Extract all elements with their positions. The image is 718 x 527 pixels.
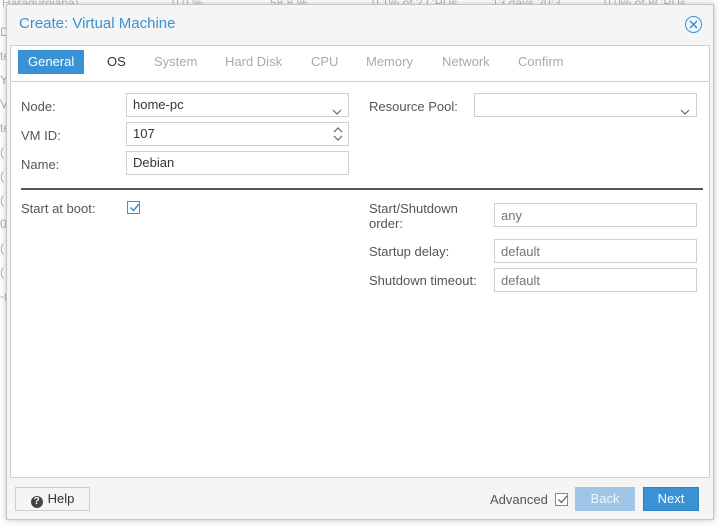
tab-general[interactable]: General (18, 50, 85, 74)
tab-system[interactable]: System (144, 50, 207, 74)
shutdown-timeout-input[interactable] (494, 268, 697, 292)
section-divider (21, 188, 703, 190)
resource-pool-select[interactable] (474, 93, 697, 117)
start-at-boot-checkbox[interactable] (127, 201, 140, 214)
tab-hard-disk[interactable]: Hard Disk (215, 50, 292, 74)
shutdown-timeout-label: Shutdown timeout: (369, 273, 477, 288)
dialog-titlebar[interactable]: Create: Virtual Machine (7, 5, 713, 41)
startup-order-input[interactable] (494, 203, 697, 227)
tab-confirm[interactable]: Confirm (508, 50, 574, 74)
close-icon[interactable] (685, 16, 702, 33)
startup-order-label: Start/Shutdown order: (369, 201, 458, 231)
node-select[interactable]: home-pc (126, 93, 349, 117)
vmid-spinner[interactable]: 107 (126, 122, 349, 146)
resource-pool-label: Resource Pool: (369, 99, 458, 114)
name-input[interactable]: Debian (126, 151, 349, 175)
tab-memory[interactable]: Memory (356, 50, 423, 74)
back-button[interactable]: Back (575, 487, 635, 511)
tab-cpu[interactable]: CPU (301, 50, 348, 74)
startup-delay-input[interactable] (494, 239, 697, 263)
dialog-footer: ? Help Advanced Back Next (7, 479, 713, 519)
dialog-body: General OS System Hard Disk CPU Memory N… (10, 45, 710, 478)
help-label: Help (47, 491, 75, 506)
help-button[interactable]: ? Help (15, 487, 90, 511)
vmid-label: VM ID: (21, 128, 61, 143)
chevron-down-icon[interactable] (680, 101, 690, 123)
node-value: home-pc (133, 97, 184, 112)
node-label: Node: (21, 99, 56, 114)
wizard-tabs: General OS System Hard Disk CPU Memory N… (11, 46, 709, 82)
chevron-down-icon[interactable] (332, 101, 342, 123)
name-label: Name: (21, 157, 60, 172)
startup-order-label-line2: order: (369, 216, 403, 231)
tab-network[interactable]: Network (432, 50, 500, 74)
startup-order-label-line1: Start/Shutdown (369, 201, 458, 216)
name-value: Debian (133, 155, 175, 170)
advanced-checkbox[interactable] (555, 493, 568, 506)
startup-delay-label: Startup delay: (369, 244, 450, 259)
tab-os[interactable]: OS (97, 50, 136, 74)
start-at-boot-label: Start at boot: (21, 201, 96, 216)
dialog-title: Create: Virtual Machine (19, 15, 176, 32)
spinner-arrows-icon[interactable] (333, 125, 343, 143)
create-vm-dialog: Create: Virtual Machine General OS Syste… (6, 4, 714, 520)
advanced-label: Advanced (490, 492, 548, 507)
next-button[interactable]: Next (643, 487, 699, 511)
question-circle-icon: ? (30, 496, 43, 508)
vmid-value: 107 (133, 126, 155, 141)
